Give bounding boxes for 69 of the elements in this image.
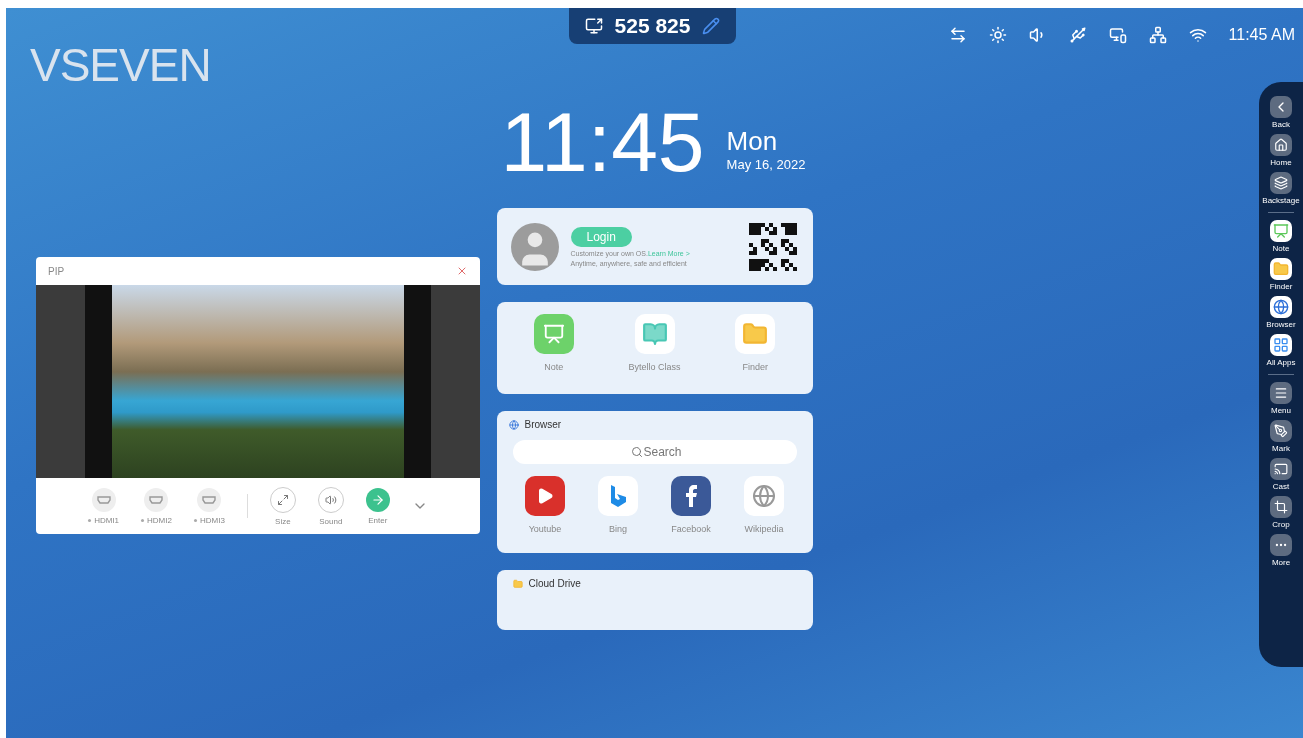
globe-icon bbox=[744, 476, 784, 516]
windows-icon bbox=[1270, 172, 1292, 194]
window-title: PIP bbox=[48, 265, 65, 277]
letter-b-icon bbox=[598, 476, 638, 516]
dock-item[interactable]: Note bbox=[1270, 220, 1292, 253]
play-icon bbox=[525, 476, 565, 516]
globe-icon bbox=[1270, 296, 1292, 318]
crop-icon bbox=[1270, 496, 1292, 518]
qr-code bbox=[748, 222, 797, 271]
usb-icon[interactable] bbox=[1068, 26, 1087, 44]
speaker-icon bbox=[317, 486, 344, 513]
shortcut-label[interactable]: Facebook bbox=[671, 524, 711, 534]
action-button[interactable]: Sound bbox=[317, 486, 344, 526]
menu-icon bbox=[1270, 382, 1292, 404]
dock-item[interactable]: Home bbox=[1270, 134, 1292, 167]
app-label[interactable]: Finder bbox=[742, 362, 768, 372]
search-field[interactable]: Search bbox=[512, 440, 797, 464]
status-time: 11:45 AM bbox=[1228, 26, 1295, 44]
card-title: Browser bbox=[524, 419, 562, 430]
app-label[interactable]: Bytello Class bbox=[628, 362, 681, 372]
hdmi-port-icon bbox=[149, 495, 164, 504]
cast-icon bbox=[1270, 458, 1292, 480]
dock-item[interactable]: Crop bbox=[1270, 496, 1292, 529]
dock-item[interactable]: Back bbox=[1270, 96, 1292, 129]
action-button[interactable]: Enter bbox=[365, 487, 390, 525]
clock-time: 11:45 bbox=[500, 100, 705, 184]
dock-item[interactable]: Backstage bbox=[1262, 172, 1300, 205]
more-icon bbox=[1270, 534, 1292, 556]
date: May 16, 2022 bbox=[726, 157, 806, 172]
dock-item[interactable]: Finder bbox=[1269, 258, 1293, 291]
action-button[interactable]: Size bbox=[269, 486, 296, 526]
weekday: Mon bbox=[726, 126, 779, 157]
home-icon bbox=[1270, 134, 1292, 156]
letter-f-icon bbox=[671, 476, 711, 516]
grid-icon bbox=[1270, 334, 1292, 356]
back-icon bbox=[1270, 96, 1292, 118]
dock-item[interactable]: All Apps bbox=[1266, 334, 1296, 367]
globe-icon bbox=[508, 419, 519, 430]
devices-icon[interactable] bbox=[1108, 26, 1127, 44]
pencil-icon[interactable] bbox=[702, 17, 721, 35]
screen-share-icon bbox=[584, 17, 603, 35]
whiteboard-icon bbox=[1270, 220, 1292, 242]
book-icon bbox=[634, 314, 675, 354]
brightness-icon[interactable] bbox=[988, 26, 1007, 44]
hdmi-port-icon bbox=[96, 495, 111, 504]
dock-item[interactable]: Menu bbox=[1270, 382, 1292, 415]
dock-item[interactable]: Mark bbox=[1270, 420, 1292, 453]
dock-item[interactable]: Cast bbox=[1270, 458, 1292, 491]
wifi-icon[interactable] bbox=[1188, 26, 1207, 44]
search-icon bbox=[630, 446, 643, 458]
folder-icon bbox=[1270, 258, 1292, 280]
whiteboard-icon bbox=[533, 314, 574, 354]
network-icon[interactable] bbox=[1148, 26, 1167, 44]
card-title: Cloud Drive bbox=[528, 578, 581, 589]
dock-item[interactable]: Browser bbox=[1266, 296, 1296, 329]
shortcut-label[interactable]: Youtube bbox=[528, 524, 562, 534]
hdmi-port-icon bbox=[202, 495, 217, 504]
folder-icon bbox=[735, 314, 776, 354]
logo: VSEVEN bbox=[30, 38, 212, 92]
shortcut-label[interactable]: Bing bbox=[609, 524, 627, 534]
app-label[interactable]: Note bbox=[544, 362, 564, 372]
close-icon[interactable] bbox=[456, 265, 468, 277]
dock-item[interactable]: More bbox=[1270, 534, 1292, 567]
pen-icon bbox=[1270, 420, 1292, 442]
screen-code: 525 825 bbox=[614, 14, 691, 38]
input-switch-icon[interactable] bbox=[948, 26, 967, 44]
shortcut-label[interactable]: Wikipedia bbox=[744, 524, 784, 534]
folder-icon bbox=[512, 578, 523, 589]
resize-icon bbox=[269, 486, 296, 513]
